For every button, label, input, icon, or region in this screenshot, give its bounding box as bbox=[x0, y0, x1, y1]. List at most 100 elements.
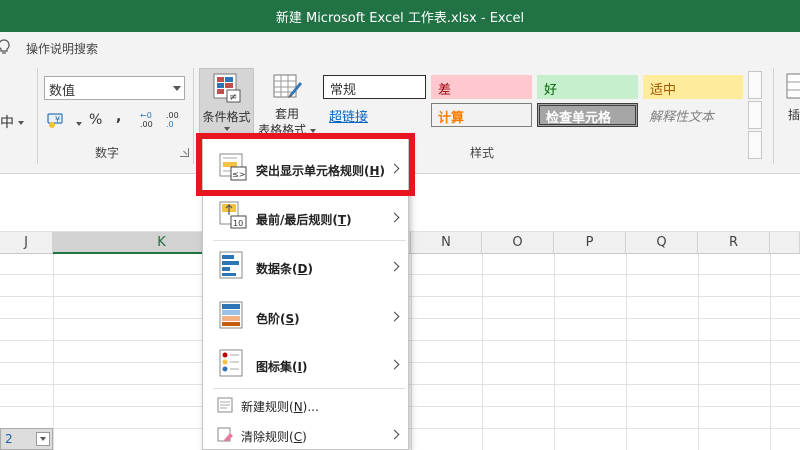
insert-partial-label: 插 bbox=[788, 108, 800, 122]
group-divider bbox=[193, 68, 194, 164]
align-partial-button[interactable]: 中 bbox=[0, 112, 25, 134]
accounting-icon: ¥ bbox=[47, 113, 63, 128]
label-text: 色阶( bbox=[256, 312, 286, 326]
menu-item-top-bottom-rules[interactable]: 10 最前/最后规则(T) bbox=[203, 195, 408, 241]
column-header-q[interactable]: Q bbox=[626, 232, 698, 254]
menu-separator bbox=[213, 388, 406, 389]
accounting-format-button[interactable]: ¥ bbox=[46, 110, 83, 132]
excel-window: 新建 Microsoft Excel 工作表.xlsx - Excel 操作说明… bbox=[0, 0, 800, 450]
format-as-table-icon bbox=[273, 74, 302, 98]
style-good[interactable]: 好 bbox=[537, 75, 638, 99]
new-rule-icon bbox=[217, 397, 233, 413]
decrease-decimal-button[interactable]: .00 .0 bbox=[166, 111, 186, 133]
styles-group-label: 样式 bbox=[470, 146, 495, 160]
number-group-label: 数字 bbox=[95, 146, 120, 160]
menu-item-clear-rules[interactable]: 清除规则(C) bbox=[203, 423, 408, 449]
menu-item-label: 清除规则(C) bbox=[241, 428, 307, 445]
style-check-cell[interactable]: 检查单元格 bbox=[537, 103, 638, 127]
label-text: 最前/最后规则( bbox=[256, 213, 338, 227]
icon-sets-icon bbox=[219, 349, 243, 377]
menu-item-color-scales[interactable]: 色阶(S) bbox=[203, 293, 408, 341]
clear-rules-icon bbox=[217, 427, 233, 442]
percent-style-button[interactable]: % bbox=[89, 112, 102, 134]
style-calculation[interactable]: 计算 bbox=[431, 103, 532, 127]
conditional-formatting-label: 条件格式 bbox=[202, 110, 251, 124]
menu-item-label: 最前/最后规则(T) bbox=[256, 211, 352, 228]
increase-decimal-top: ←0 bbox=[140, 111, 152, 120]
label-text: 新建规则( bbox=[241, 400, 294, 414]
chevron-down-icon bbox=[76, 122, 83, 126]
chevron-down-icon bbox=[309, 128, 316, 133]
label-text: 数据条( bbox=[256, 262, 298, 276]
access-key: N bbox=[293, 400, 303, 414]
style-neutral[interactable]: 适中 bbox=[643, 75, 743, 99]
group-divider bbox=[37, 68, 38, 164]
currency-symbol: ¥ bbox=[55, 115, 60, 124]
menu-item-label: 图标集(I) bbox=[256, 358, 307, 375]
decrease-decimal-top: .00 bbox=[166, 111, 179, 120]
style-normal[interactable]: 常规 bbox=[323, 75, 426, 99]
column-header-n[interactable]: N bbox=[411, 232, 482, 254]
number-format-value: 数值 bbox=[49, 84, 76, 99]
data-bars-icon bbox=[219, 251, 243, 279]
menu-separator bbox=[213, 240, 406, 241]
chevron-down-icon bbox=[224, 127, 230, 131]
column-header-r[interactable]: R bbox=[698, 232, 770, 254]
column-header-j[interactable]: J bbox=[0, 232, 53, 254]
grid-col-line bbox=[770, 254, 771, 450]
style-bad[interactable]: 差 bbox=[431, 75, 532, 99]
active-cell[interactable]: 2 bbox=[0, 428, 53, 450]
label-text: 清除规则( bbox=[241, 430, 294, 444]
chevron-down-icon bbox=[173, 86, 181, 91]
style-explanatory[interactable]: 解释性文本 bbox=[643, 103, 743, 127]
label-suffix: ) bbox=[301, 360, 308, 374]
chevron-right-icon bbox=[389, 359, 400, 370]
percent-label: % bbox=[89, 112, 103, 128]
chevron-down-icon bbox=[18, 121, 25, 125]
menu-item-label: 数据条(D) bbox=[256, 260, 313, 277]
conditional-formatting-icon: ≠ bbox=[213, 73, 241, 103]
menu-item-new-rule[interactable]: 新建规则(N)... bbox=[203, 393, 408, 419]
ten-label: 10 bbox=[233, 219, 243, 228]
annotation-highlight-box bbox=[196, 133, 415, 196]
gallery-scroll-down-button[interactable] bbox=[748, 101, 762, 129]
number-format-select[interactable]: 数值 bbox=[44, 76, 185, 100]
top-bottom-rules-icon: 10 bbox=[219, 201, 247, 229]
label-suffix: ) bbox=[294, 312, 300, 326]
label-suffix: ) bbox=[307, 262, 313, 276]
color-scales-icon bbox=[219, 301, 243, 329]
comma-style-button[interactable]: , bbox=[116, 109, 121, 131]
access-key: D bbox=[297, 262, 308, 276]
menu-item-data-bars[interactable]: 数据条(D) bbox=[203, 243, 408, 291]
tell-me-label: 操作说明搜索 bbox=[26, 42, 99, 56]
insert-cells-icon bbox=[786, 73, 800, 99]
chevron-right-icon bbox=[389, 429, 400, 440]
number-dialog-launcher-icon[interactable] bbox=[180, 148, 189, 157]
column-header-p[interactable]: P bbox=[554, 232, 626, 254]
label-suffix: ) bbox=[302, 430, 307, 444]
access-key: T bbox=[337, 213, 347, 227]
grid-col-line bbox=[482, 254, 483, 450]
insert-partial-button[interactable]: 插 bbox=[782, 70, 800, 160]
gallery-more-button[interactable] bbox=[748, 131, 762, 159]
chevron-right-icon bbox=[389, 212, 400, 223]
chevron-right-icon bbox=[389, 261, 400, 272]
autofilter-dropdown-icon[interactable] bbox=[36, 432, 50, 446]
grid-col-line bbox=[626, 254, 627, 450]
label-suffix: )... bbox=[302, 400, 319, 414]
label-suffix: ) bbox=[346, 213, 352, 227]
access-key: S bbox=[285, 312, 295, 326]
decrease-decimal-bottom: .0 bbox=[166, 120, 174, 129]
style-hyperlink[interactable]: 超链接 bbox=[323, 103, 426, 127]
group-divider bbox=[773, 68, 774, 164]
increase-decimal-button[interactable]: ←0 .00 bbox=[140, 111, 160, 133]
menu-item-label: 新建规则(N)... bbox=[241, 398, 319, 415]
column-header-o[interactable]: O bbox=[482, 232, 554, 254]
lightbulb-icon bbox=[0, 39, 10, 54]
column-header-partial[interactable] bbox=[770, 232, 800, 254]
grid-col-line bbox=[698, 254, 699, 450]
menu-item-icon-sets[interactable]: 图标集(I) bbox=[203, 341, 408, 389]
grid-col-line bbox=[53, 254, 54, 450]
grid-col-line bbox=[411, 254, 412, 450]
gallery-scroll-up-button[interactable] bbox=[748, 71, 762, 99]
